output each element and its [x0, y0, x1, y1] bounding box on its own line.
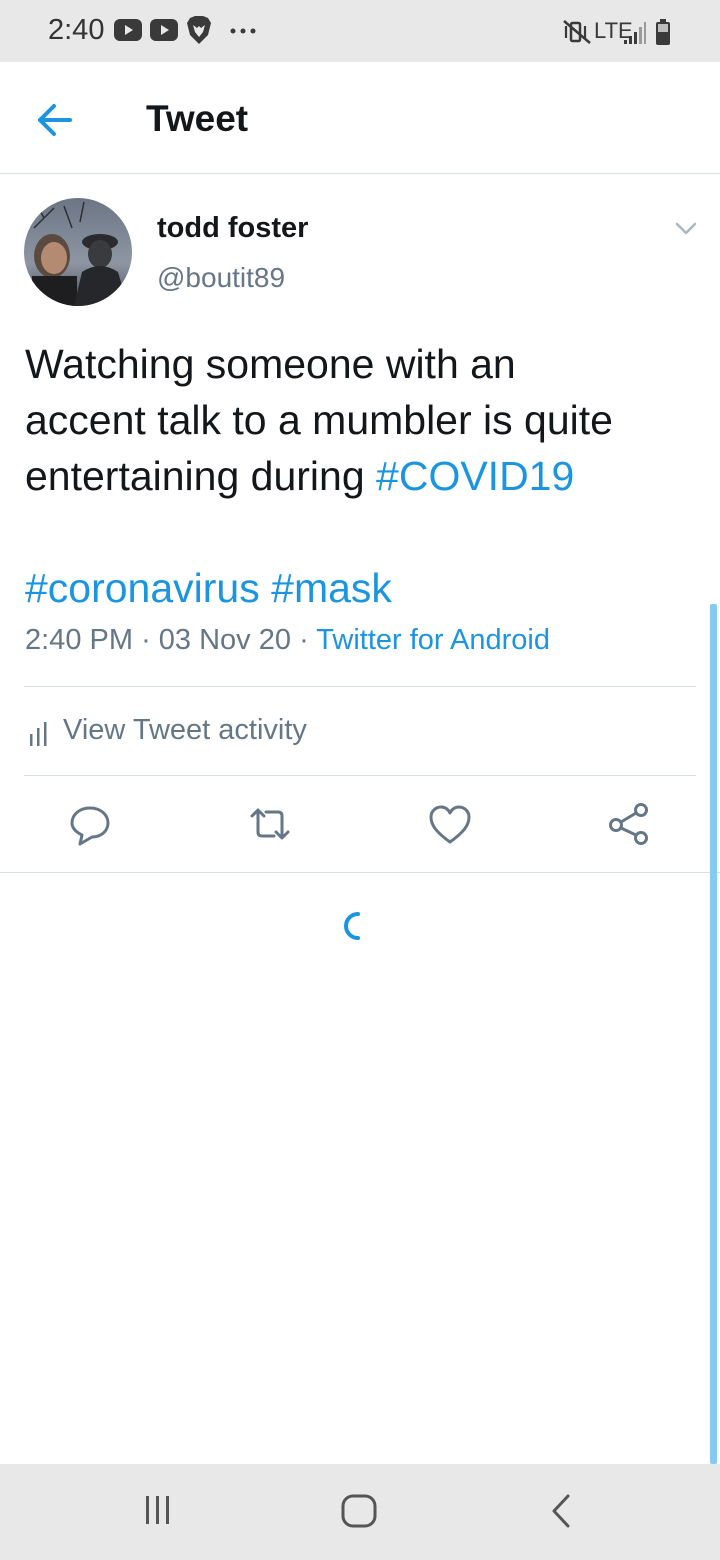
- bar-chart-icon: [30, 722, 47, 746]
- author-name[interactable]: todd foster: [157, 212, 308, 245]
- screen: 2:40 LTE Tweet todd foster @boutit89 Wat…: [0, 0, 720, 1560]
- signal-icon: [624, 22, 646, 44]
- tweet-text-line: accent talk to a mumbler is quite: [25, 397, 613, 443]
- more-dots-icon: [230, 28, 256, 34]
- app-header: Tweet: [0, 62, 720, 174]
- meta-separator: ·: [141, 624, 151, 656]
- tweet-text-line: Watching someone with an: [25, 341, 516, 387]
- hashtag-coronavirus[interactable]: #coronavirus: [25, 565, 260, 611]
- divider: [24, 686, 696, 687]
- like-button[interactable]: [426, 800, 474, 848]
- retweet-button[interactable]: [246, 800, 294, 848]
- status-bar: 2:40 LTE: [0, 0, 720, 62]
- divider: [24, 775, 696, 776]
- loading-spinner-icon: [344, 912, 360, 940]
- avatar[interactable]: [24, 198, 132, 306]
- vibrate-mute-icon: [563, 20, 591, 44]
- divider: [0, 872, 720, 873]
- scrollbar[interactable]: [710, 604, 717, 1464]
- view-tweet-activity-label: View Tweet activity: [63, 714, 307, 746]
- system-nav-bar: [0, 1464, 720, 1560]
- home-icon[interactable]: [340, 1492, 378, 1530]
- meta-separator: ·: [299, 624, 309, 656]
- battery-icon: [656, 19, 670, 45]
- back-icon[interactable]: [546, 1492, 576, 1530]
- chevron-down-icon[interactable]: [672, 216, 700, 240]
- back-arrow-button[interactable]: [30, 94, 80, 144]
- author-handle[interactable]: @boutit89: [157, 262, 285, 294]
- youtube-icon: [114, 19, 142, 41]
- tweet-date: 03 Nov 20: [158, 624, 291, 656]
- brave-lion-icon: [187, 16, 211, 44]
- tweet-time: 2:40 PM: [25, 624, 133, 656]
- tweet-text-fragment: entertaining during: [25, 453, 377, 499]
- hashtag-mask[interactable]: #mask: [271, 565, 392, 611]
- youtube-icon: [150, 19, 178, 41]
- share-button[interactable]: [605, 800, 653, 848]
- tweet-meta: 2:40 PM · 03 Nov 20 · Twitter for Androi…: [25, 624, 550, 657]
- page-title: Tweet: [146, 98, 249, 139]
- tweet-text-line: entertaining during #COVID19: [25, 448, 695, 504]
- status-time: 2:40: [48, 14, 105, 46]
- tweet-text: Watching someone with an accent talk to …: [25, 336, 695, 616]
- recent-apps-icon[interactable]: [140, 1492, 176, 1528]
- tweet-source-link[interactable]: Twitter for Android: [316, 624, 550, 656]
- tweet-text-line: #coronavirus #mask: [25, 560, 695, 616]
- hashtag-covid19[interactable]: #COVID19: [376, 453, 574, 499]
- reply-button[interactable]: [66, 800, 114, 848]
